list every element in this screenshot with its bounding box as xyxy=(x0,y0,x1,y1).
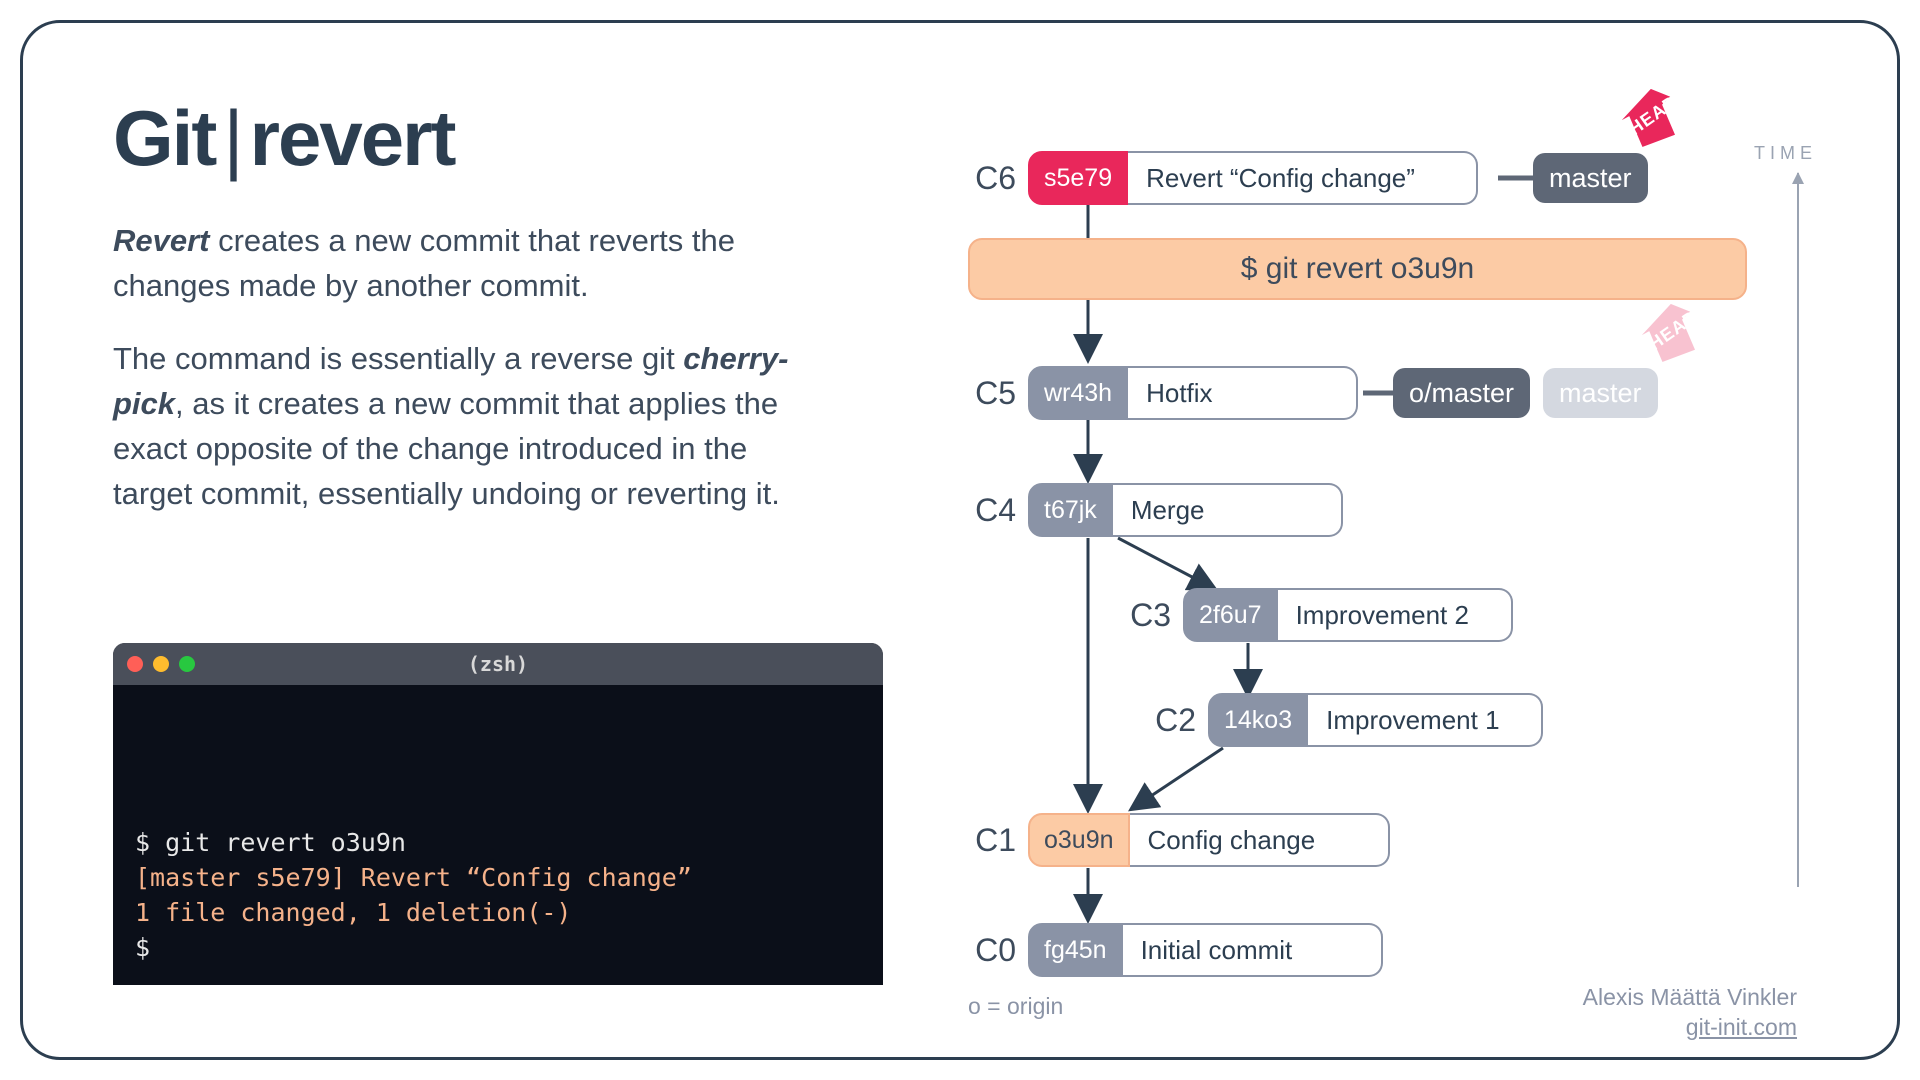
term-line-3: 1 file changed, 1 deletion(-) xyxy=(135,895,861,930)
site-link: git-init.com xyxy=(1583,1013,1797,1043)
term-line-2: [master s5e79] Revert “Config change” xyxy=(135,860,861,895)
credit: Alexis Määttä Vinkler git-init.com xyxy=(1583,983,1797,1017)
ref-o-master: o/master xyxy=(1393,368,1530,418)
desc1-emph: Revert xyxy=(113,223,210,258)
commit-c4: C4 t67jk Merge xyxy=(968,483,1343,537)
c0-msg: Initial commit xyxy=(1123,923,1383,977)
c3-msg: Improvement 2 xyxy=(1278,588,1513,642)
c6-label: C6 xyxy=(968,160,1028,197)
c6-hash: s5e79 xyxy=(1028,151,1128,205)
term-line-1: $ git revert o3u9n xyxy=(135,825,861,860)
ref-master: master xyxy=(1533,153,1648,203)
ref-master-ghost: master xyxy=(1543,368,1658,418)
c1-hash: o3u9n xyxy=(1028,813,1130,867)
c3-label: C3 xyxy=(1123,597,1183,634)
commit-c0: C0 fg45n Initial commit xyxy=(968,923,1383,977)
commit-c3: C3 2f6u7 Improvement 2 xyxy=(1123,588,1513,642)
command-bar: $ git revert o3u9n xyxy=(968,238,1747,300)
time-axis xyxy=(1797,173,1799,887)
term-line-4: $ xyxy=(135,930,861,965)
slide-card: Git|revert Revert creates a new commit t… xyxy=(20,20,1900,1060)
c2-msg: Improvement 1 xyxy=(1308,693,1543,747)
author: Alexis Määttä Vinkler xyxy=(1583,983,1797,1013)
terminal-titlebar: (zsh) xyxy=(113,643,883,685)
legend: o = origin xyxy=(968,993,1063,1017)
title-pre: Git xyxy=(113,94,215,182)
c3-hash: 2f6u7 xyxy=(1183,588,1278,642)
c0-label: C0 xyxy=(968,932,1028,969)
c1-label: C1 xyxy=(968,822,1028,859)
c4-hash: t67jk xyxy=(1028,483,1113,537)
c2-hash: 14ko3 xyxy=(1208,693,1308,747)
description-1: Revert creates a new commit that reverts… xyxy=(113,219,833,309)
c0-hash: fg45n xyxy=(1028,923,1123,977)
terminal-title: (zsh) xyxy=(113,652,883,676)
description-2: The command is essentially a reverse git… xyxy=(113,337,833,517)
commit-c2: C2 14ko3 Improvement 1 xyxy=(1148,693,1543,747)
time-label: TIME xyxy=(1754,143,1817,164)
title-post: revert xyxy=(250,94,455,182)
commit-graph: TIME xyxy=(968,123,1817,1007)
c6-msg: Revert “Config change” xyxy=(1128,151,1478,205)
title-separator: | xyxy=(215,94,249,182)
head-pointer: HEAD xyxy=(1588,83,1678,153)
terminal-body: $ git revert o3u9n [master s5e79] Revert… xyxy=(113,685,883,985)
terminal-window: (zsh) $ git revert o3u9n [master s5e79] … xyxy=(113,643,883,985)
commit-c6: C6 s5e79 Revert “Config change” xyxy=(968,151,1478,205)
c4-label: C4 xyxy=(968,492,1028,529)
desc2-rest: , as it creates a new commit that applie… xyxy=(113,386,780,511)
commit-c5: C5 wr43h Hotfix xyxy=(968,366,1358,420)
head-pointer-ghost: HEAD xyxy=(1608,298,1698,368)
commit-c1: C1 o3u9n Config change xyxy=(968,813,1390,867)
c5-hash: wr43h xyxy=(1028,366,1128,420)
c4-msg: Merge xyxy=(1113,483,1343,537)
desc2-pre: The command is essentially a reverse git xyxy=(113,341,683,376)
c5-msg: Hotfix xyxy=(1128,366,1358,420)
c2-label: C2 xyxy=(1148,702,1208,739)
c1-msg: Config change xyxy=(1130,813,1390,867)
c5-label: C5 xyxy=(968,375,1028,412)
